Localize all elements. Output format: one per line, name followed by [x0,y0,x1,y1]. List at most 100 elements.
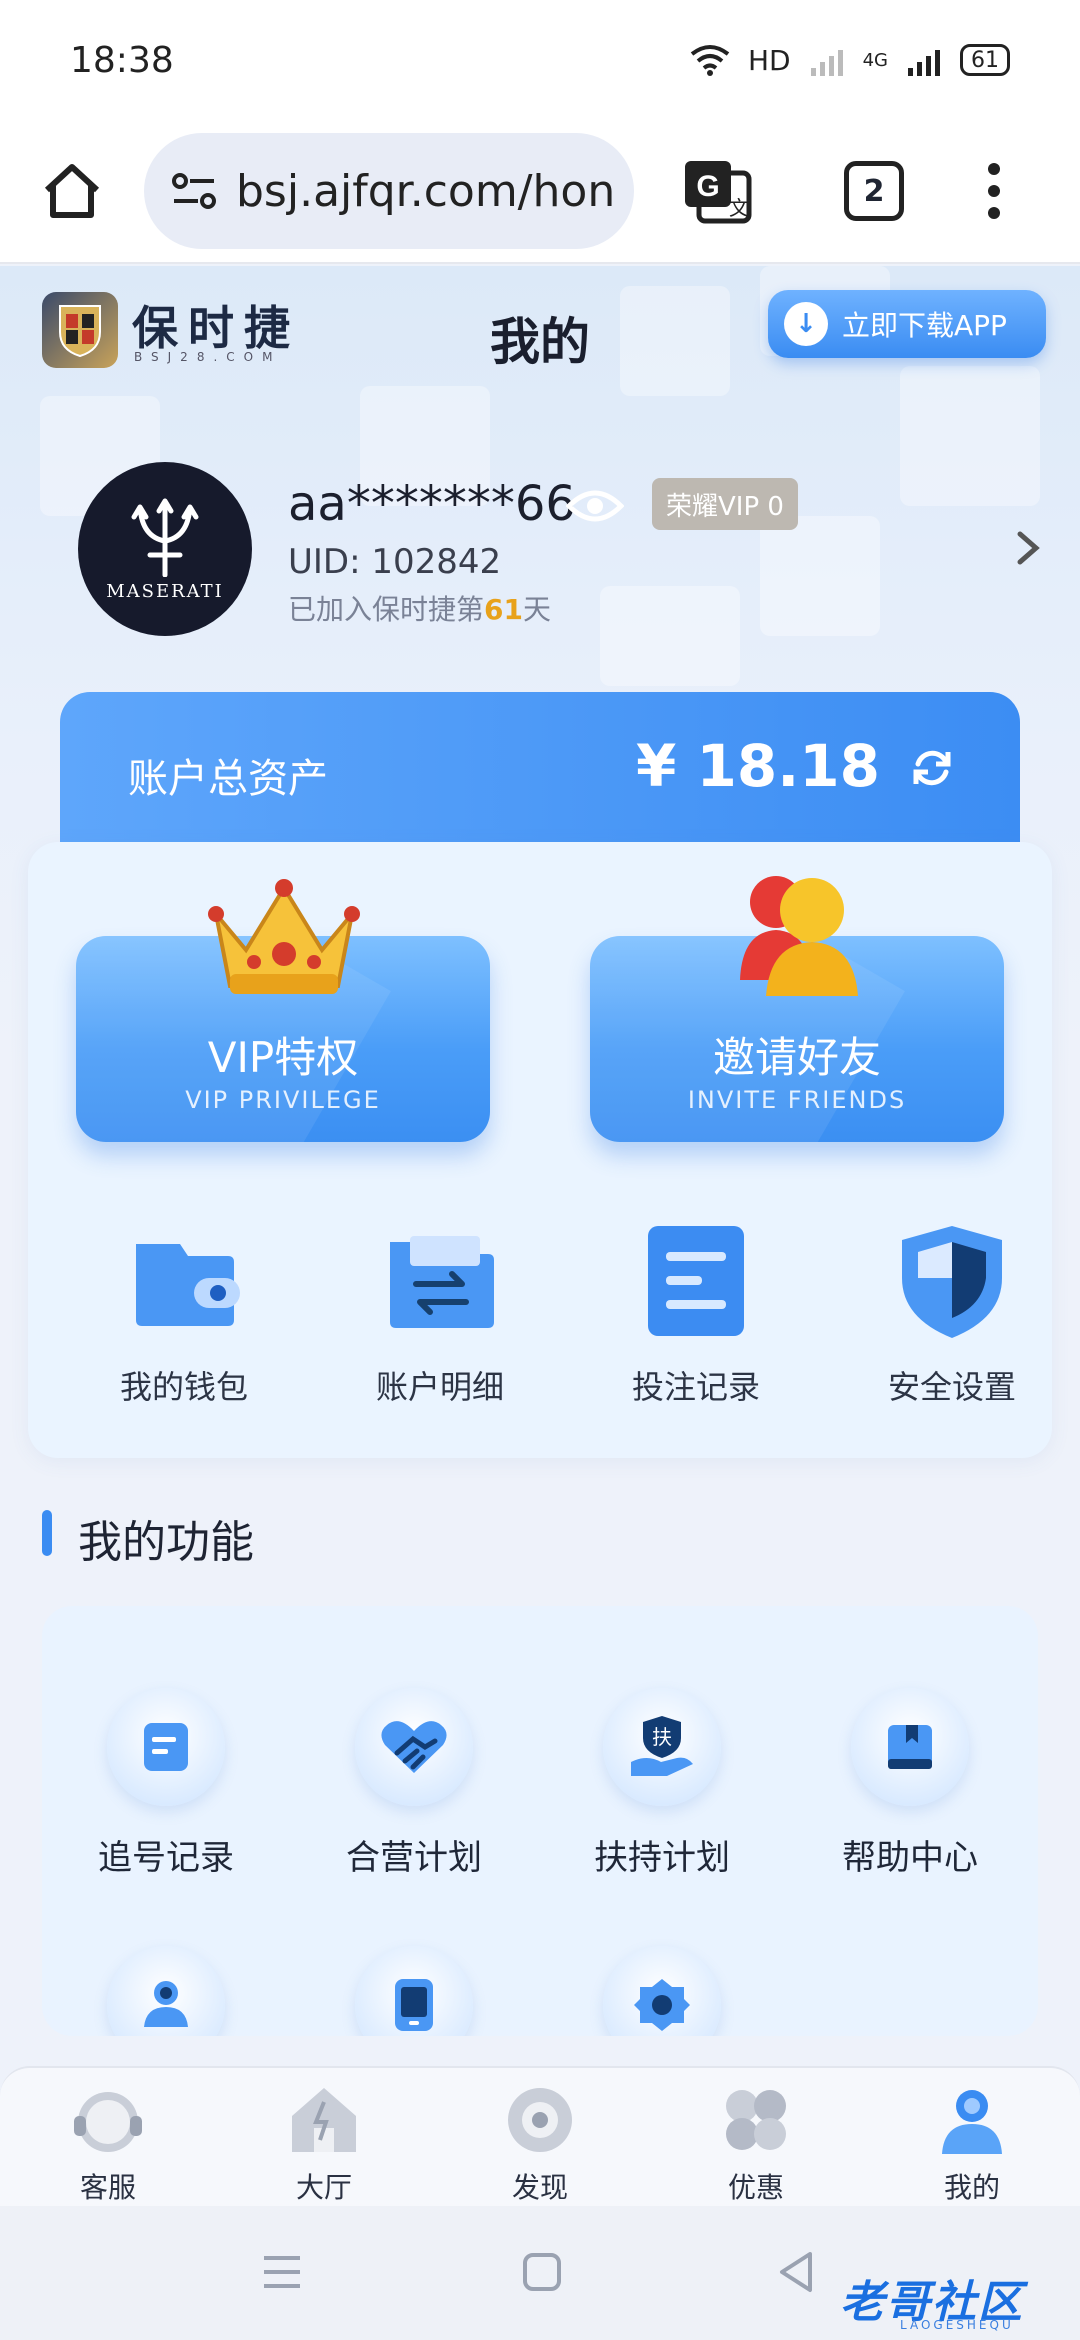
signal-type: 4G [862,49,888,71]
crown-icon [208,879,360,994]
me-icon [942,2090,1002,2154]
account-details-button[interactable]: 账户明细 [340,1222,540,1408]
total-assets-value: ¥ 18.18 [635,732,880,800]
bg-tile [760,516,880,636]
wallet-icon [136,1244,240,1326]
vip-level-badge: 荣耀VIP 0 [652,478,798,530]
site-settings-icon [172,173,216,209]
address-bar[interactable]: bsj.ajfqr.com/hon [144,133,634,249]
function-icon-circle [107,1688,225,1806]
home-icon [44,164,100,218]
shield-icon [902,1226,1002,1338]
support-glyph: 扶 [652,1725,672,1749]
offers-icon [726,2090,786,2150]
nav-label: 发现 [511,2171,568,2204]
avatar[interactable]: MASERATI [78,462,252,636]
bet-records-button[interactable]: 投注记录 [596,1222,796,1408]
book-icon [888,1725,932,1769]
trident-icon [131,498,199,577]
joined-prefix: 已加入保时捷第 [288,593,485,626]
joined-days: 已加入保时捷第61天 [288,588,551,628]
wifi-icon [690,45,730,76]
status-bar: 18:38 HD 4G 61 [0,0,1080,120]
nav-offers[interactable]: 优惠 [666,2082,846,2206]
nav-label: 客服 [79,2171,136,2204]
user-id: UID: 102842 [288,542,502,582]
section-accent-bar [42,1510,52,1556]
function-label: 扶持计划 [594,1838,730,1878]
handshake-icon [381,1721,447,1773]
username: aa*******66 [288,476,576,532]
battery-icon: 61 [960,44,1010,76]
function-icon-circle [355,1946,473,2036]
total-assets-label: 账户总资产 [128,756,328,802]
quick-action-label: 账户明细 [375,1368,504,1406]
download-app-button[interactable]: ↓ 立即下载APP [768,290,1046,358]
url-text: bsj.ajfqr.com/hon [236,165,616,217]
function-icon-circle [603,1946,721,2036]
promo-subtitle: VIP PRIVILEGE [185,1086,381,1114]
function-icon-circle [107,1946,225,2036]
avatar-text: MASERATI [106,580,224,602]
translate-button[interactable]: G文 [672,146,762,236]
network-type: HD [747,43,791,77]
svg-text:文: 文 [729,197,749,220]
joined-days-count: 61 [484,593,523,626]
tablet-icon [395,1979,433,2031]
users-icon [740,876,858,996]
quick-action-label: 我的钱包 [119,1368,248,1406]
download-app-label: 立即下载APP [842,309,1007,342]
nav-me[interactable]: 我的 [882,2082,1062,2206]
translate-icon: G文 [685,161,752,224]
document-icon [144,1723,188,1771]
promo-title: 邀请好友 [712,1033,881,1082]
function-label: 合营计划 [346,1838,482,1878]
mobile-button[interactable] [314,1946,514,2036]
folder-transfer-icon [390,1236,494,1328]
joined-suffix: 天 [522,593,551,626]
eye-icon[interactable] [566,486,624,526]
team-button[interactable] [66,1946,266,2036]
status-icons: HD 4G 61 [690,44,1010,77]
nav-hall[interactable]: 大厅 [234,2082,414,2206]
tabs-button[interactable]: 2 [844,161,904,221]
status-time: 18:38 [70,39,174,81]
watermark-sub: LAOGESHEQU [900,2318,1014,2332]
more-menu-button[interactable] [974,146,1014,236]
quick-action-label: 投注记录 [631,1368,760,1406]
service-icon [74,2092,142,2152]
function-label: 帮助中心 [842,1838,978,1878]
svg-text:G: G [696,170,719,203]
browser-toolbar: bsj.ajfqr.com/hon G文 2 [0,120,1080,264]
help-center-button[interactable]: 帮助中心 [810,1688,1010,1879]
partnership-plan-button[interactable]: 合营计划 [314,1688,514,1879]
discover-icon [508,2088,572,2152]
promo-subtitle: INVITE FRIENDS [687,1086,907,1114]
function-grid: 追号记录 合营计划 扶 扶持计划 帮助中心 [42,1606,1038,2036]
signal-icon [908,50,940,76]
function-icon-circle [851,1688,969,1806]
quick-action-label: 安全设置 [887,1368,1016,1406]
settings-button[interactable] [562,1946,762,2036]
bottom-navigation: 客服 大厅 发现 优惠 我的 [0,2066,1080,2206]
settings-icon [634,1979,690,2031]
function-label: 追号记录 [98,1838,234,1878]
my-wallet-button[interactable]: 我的钱包 [84,1222,284,1408]
nav-customer-service[interactable]: 客服 [18,2082,198,2206]
recent-apps-icon[interactable] [262,2254,302,2290]
security-settings-button[interactable]: 安全设置 [852,1222,1052,1408]
nav-discover[interactable]: 发现 [450,2082,630,2206]
dot-icon [988,185,1000,197]
chase-records-button[interactable]: 追号记录 [66,1688,266,1879]
chevron-right-icon[interactable] [1014,528,1042,568]
support-plan-button[interactable]: 扶 扶持计划 [562,1688,762,1879]
home-button[interactable] [22,141,122,241]
refresh-icon[interactable] [908,744,956,792]
back-nav-icon[interactable] [776,2250,816,2294]
nav-label: 我的 [943,2171,1000,2204]
nav-label: 大厅 [295,2171,352,2204]
home-nav-icon[interactable] [522,2252,562,2292]
hall-icon [292,2088,356,2152]
dot-icon [988,163,1000,175]
user-group-icon [144,1981,188,2027]
